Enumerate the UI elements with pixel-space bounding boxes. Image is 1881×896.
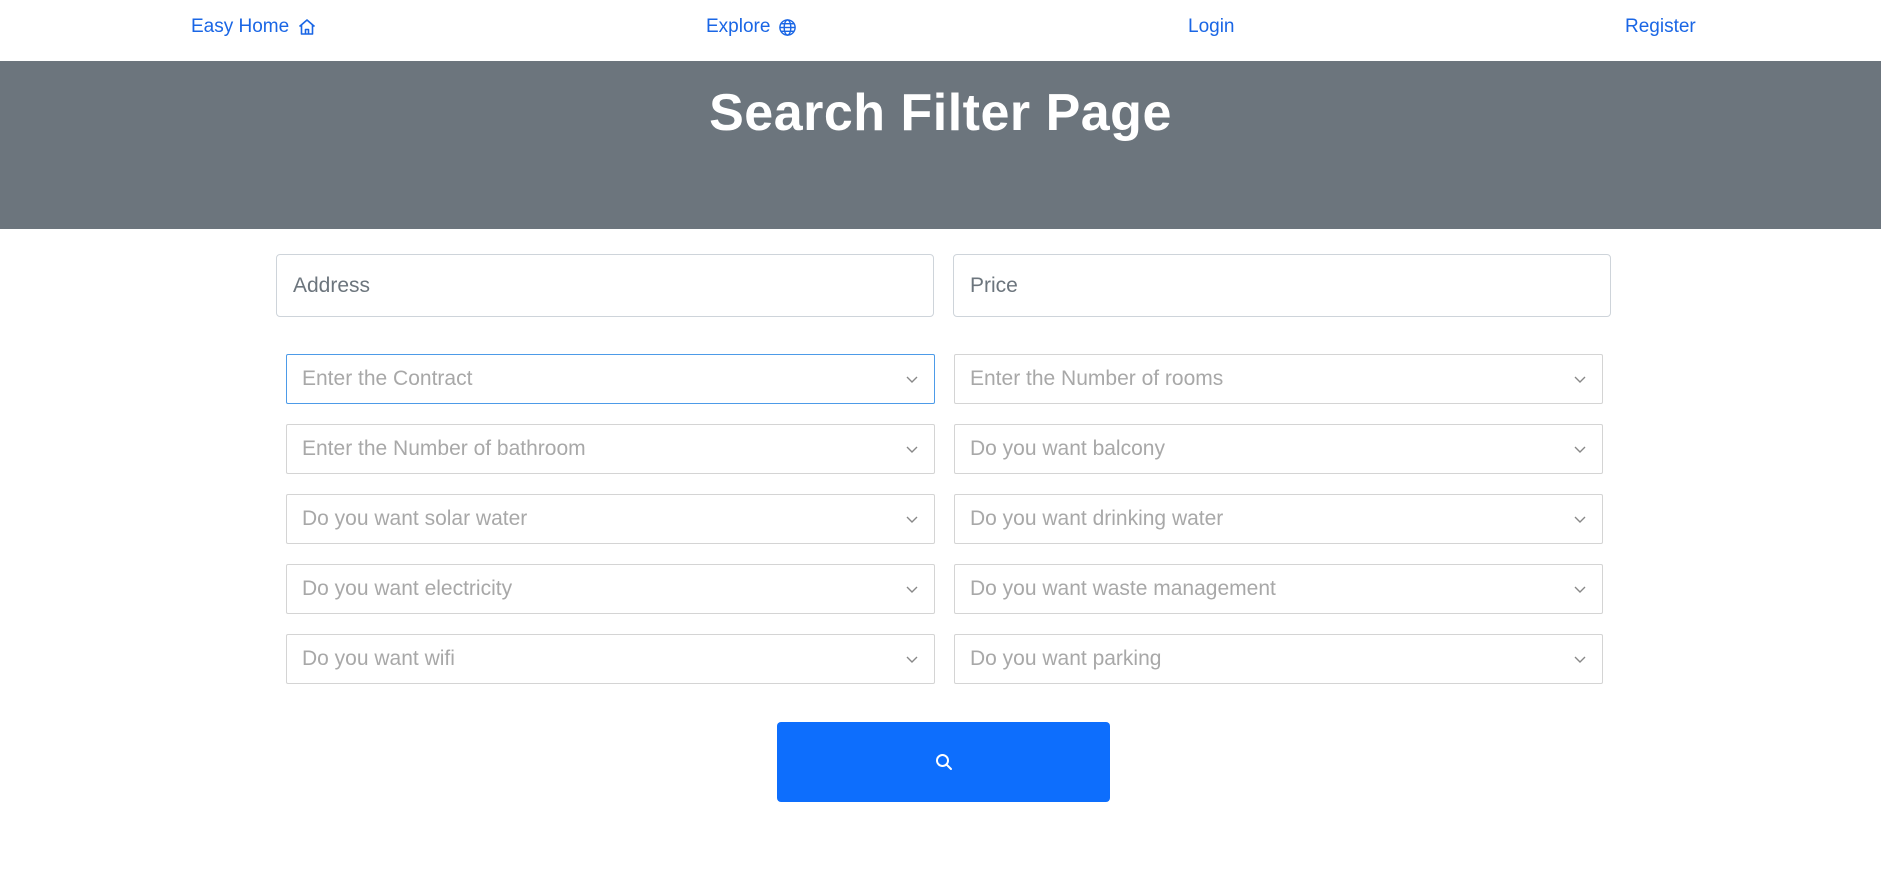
contract-select-label: Enter the Contract <box>302 367 473 390</box>
balcony-select-label: Do you want balcony <box>970 437 1165 460</box>
parking-select-label: Do you want parking <box>970 647 1162 670</box>
drinking-water-select[interactable]: Do you want drinking water <box>954 494 1603 544</box>
balcony-select[interactable]: Do you want balcony <box>954 424 1603 474</box>
rooms-select[interactable]: Enter the Number of rooms <box>954 354 1603 404</box>
chevron-down-icon <box>906 376 918 383</box>
nav-brand-link[interactable]: Easy Home <box>191 14 317 40</box>
home-icon <box>299 19 316 35</box>
price-input[interactable] <box>953 254 1611 317</box>
nav-brand-label: Easy Home <box>191 16 290 37</box>
address-input[interactable] <box>276 254 934 317</box>
bathroom-select[interactable]: Enter the Number of bathroom <box>286 424 935 474</box>
chevron-down-icon <box>906 446 918 453</box>
solar-water-select-label: Do you want solar water <box>302 507 528 530</box>
nav-register-link[interactable]: Register <box>1625 14 1696 40</box>
waste-management-select-label: Do you want waste management <box>970 577 1276 600</box>
chevron-down-icon <box>906 516 918 523</box>
wifi-select-label: Do you want wifi <box>302 647 455 670</box>
chevron-down-icon <box>1574 516 1586 523</box>
chevron-down-icon <box>1574 656 1586 663</box>
electricity-select-label: Do you want electricity <box>302 577 513 600</box>
chevron-down-icon <box>906 656 918 663</box>
chevron-down-icon <box>906 586 918 593</box>
globe-icon <box>779 18 797 36</box>
wifi-select[interactable]: Do you want wifi <box>286 634 935 684</box>
search-icon <box>935 754 952 770</box>
hero-banner: Search Filter Page <box>0 61 1881 229</box>
bathroom-select-label: Enter the Number of bathroom <box>302 437 586 460</box>
page-title: Search Filter Page <box>709 84 1172 142</box>
nav-explore-link[interactable]: Explore <box>706 14 797 40</box>
nav-login-link[interactable]: Login <box>1188 14 1235 40</box>
top-navbar: Easy Home Explore Login Register <box>0 0 1881 61</box>
chevron-down-icon <box>1574 446 1586 453</box>
solar-water-select[interactable]: Do you want solar water <box>286 494 935 544</box>
nav-explore-label: Explore <box>706 16 771 37</box>
contract-select[interactable]: Enter the Contract <box>286 354 935 404</box>
chevron-down-icon <box>1574 586 1586 593</box>
search-button[interactable] <box>777 722 1110 802</box>
waste-management-select[interactable]: Do you want waste management <box>954 564 1603 614</box>
electricity-select[interactable]: Do you want electricity <box>286 564 935 614</box>
parking-select[interactable]: Do you want parking <box>954 634 1603 684</box>
rooms-select-label: Enter the Number of rooms <box>970 367 1224 390</box>
chevron-down-icon <box>1574 376 1586 383</box>
drinking-water-select-label: Do you want drinking water <box>970 507 1224 530</box>
